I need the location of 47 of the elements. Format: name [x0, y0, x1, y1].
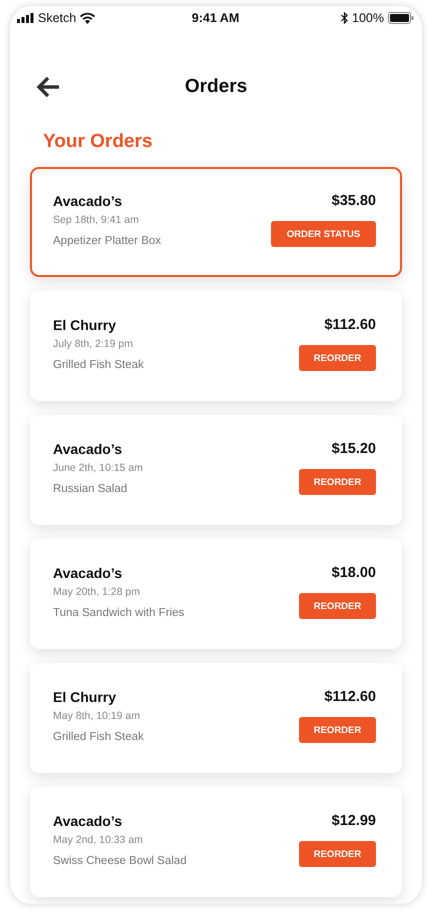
back-arrow-icon: [36, 76, 60, 98]
order-item: Appetizer Platter Box: [53, 235, 162, 247]
reorder-button[interactable]: REORDER: [299, 345, 376, 371]
order-date: June 2th, 10:15 am: [53, 462, 143, 474]
order-item: Grilled Fish Steak: [53, 731, 144, 743]
restaurant-name: Avacado’s: [53, 441, 122, 457]
order-card[interactable]: Avacado’s $18.00 May 20th, 1:28 pm Tuna Sandwich with Fries REORDER: [30, 539, 402, 649]
order-price: $18.00: [332, 565, 376, 581]
order-price: $15.20: [332, 441, 376, 457]
order-item: Russian Salad: [53, 483, 128, 495]
restaurant-name: El Churry: [53, 317, 116, 333]
restaurant-name: Avacado’s: [53, 565, 122, 581]
order-date: Sep 18th, 9:41 am: [53, 214, 140, 226]
carrier-name: Sketch: [38, 11, 76, 25]
order-price: $112.60: [324, 689, 376, 705]
page-title: Orders: [184, 76, 248, 98]
battery-icon: [388, 12, 414, 24]
restaurant-name: Avacado’s: [53, 813, 122, 829]
order-date: July 8th, 2:19 pm: [53, 338, 134, 350]
reorder-button[interactable]: REORDER: [299, 469, 376, 495]
reorder-button[interactable]: REORDER: [299, 841, 376, 867]
order-price: $35.80: [332, 193, 376, 209]
order-item: Grilled Fish Steak: [53, 359, 144, 371]
bluetooth-icon: [341, 12, 348, 24]
reorder-button[interactable]: REORDER: [299, 717, 376, 743]
order-item: Tuna Sandwich with Fries: [53, 607, 184, 619]
order-status-button[interactable]: ORDER STATUS: [271, 221, 376, 247]
order-price: $112.60: [324, 317, 376, 333]
order-card[interactable]: El Churry $112.60 May 8th, 10:19 am Grilled Fish Steak REORDER: [30, 663, 402, 773]
restaurant-name: Avacado’s: [53, 193, 122, 209]
order-item: Swiss Cheese Bowl Salad: [53, 855, 187, 867]
order-date: May 2nd, 10:33 am: [53, 834, 144, 846]
restaurant-name: El Churry: [53, 689, 116, 705]
signal-icon: [17, 13, 34, 23]
wifi-icon: [80, 12, 96, 24]
order-card[interactable]: Avacado’s $35.80 Sep 18th, 9:41 am Appetizer Platter Box ORDER STATUS: [30, 167, 402, 277]
back-button[interactable]: [36, 76, 60, 98]
order-date: May 8th, 10:19 am: [53, 710, 141, 722]
reorder-button[interactable]: REORDER: [299, 593, 376, 619]
order-card[interactable]: El Churry $112.60 July 8th, 2:19 pm Grilled Fish Steak REORDER: [30, 291, 402, 401]
order-card[interactable]: Avacado’s $15.20 June 2th, 10:15 am Russian Salad REORDER: [30, 415, 402, 525]
battery-percent: 100%: [352, 11, 384, 25]
status-time: 9:41 AM: [192, 11, 240, 25]
order-price: $12.99: [332, 813, 376, 829]
section-title: Your Orders: [43, 131, 154, 153]
order-date: May 20th, 1:28 pm: [53, 586, 141, 598]
order-card[interactable]: Avacado’s $12.99 May 2nd, 10:33 am Swiss Cheese Bowl Salad REORDER: [30, 787, 402, 897]
